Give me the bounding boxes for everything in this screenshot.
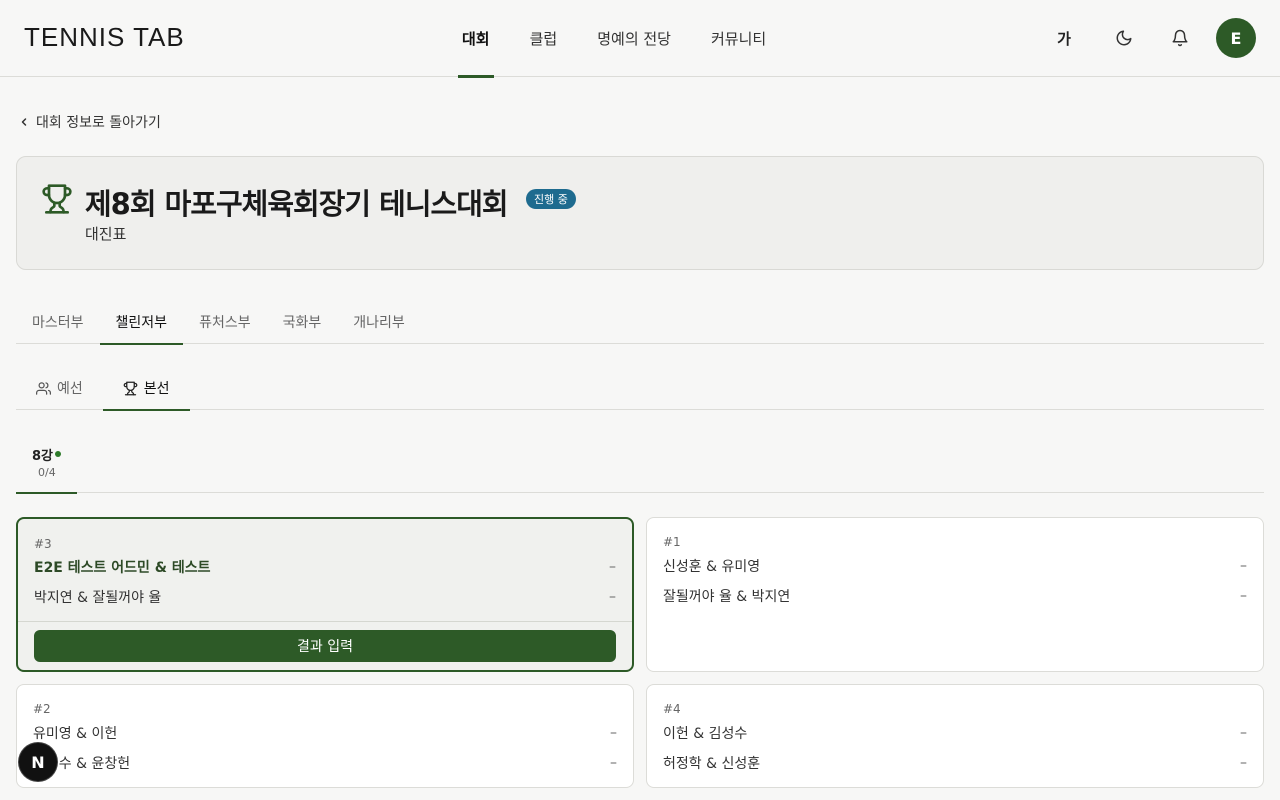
notifications-button[interactable]	[1160, 18, 1200, 58]
trophy-icon	[123, 381, 138, 395]
tab-preliminary[interactable]: 예선	[16, 366, 103, 410]
nav-item-clubs[interactable]: 클럽	[526, 0, 562, 77]
team-name: 허정학 & 신성훈	[663, 756, 761, 772]
team-score: –	[1240, 558, 1247, 574]
dark-mode-button[interactable]	[1104, 18, 1144, 58]
team-score: –	[1240, 588, 1247, 604]
stage-tabs: 예선 본선	[16, 366, 1264, 411]
team-score: –	[1240, 725, 1247, 741]
trophy-icon	[42, 184, 72, 214]
tab-round-of-8[interactable]: 8강 0/4	[16, 436, 77, 494]
match-team-1: 이헌 & 김성수 –	[663, 723, 1247, 743]
tab-futures[interactable]: 퓨처스부	[183, 300, 267, 344]
match-card[interactable]: #3 E2E 테스트 어드민 & 테스트 – 박지연 & 잘될꺼야 율 – 결과…	[16, 517, 634, 672]
team-score: –	[610, 725, 617, 741]
logo[interactable]: TENNIS TAB	[24, 22, 185, 53]
round-tabs: 8강 0/4	[16, 436, 1264, 494]
live-dot	[55, 451, 61, 457]
bell-icon	[1172, 29, 1188, 47]
team-name: 잘될꺼야 율 & 박지연	[663, 589, 791, 605]
user-avatar[interactable]: E	[1216, 18, 1256, 58]
users-icon	[36, 381, 51, 395]
tab-chrysanthemum[interactable]: 국화부	[267, 300, 338, 344]
team-score: –	[1240, 755, 1247, 771]
tournament-title: 제8회 마포구체육회장기 테니스대회	[85, 187, 509, 221]
moon-icon	[1116, 30, 1132, 46]
tab-main-draw-label: 본선	[143, 381, 170, 397]
match-number: #3	[34, 537, 52, 551]
match-team-2: 잘될꺼야 율 & 박지연 –	[663, 586, 1247, 606]
main-nav: 대회 클럽 명예의 전당 커뮤니티	[458, 0, 802, 78]
header-actions: 가 E	[1044, 18, 1256, 58]
team-score: –	[609, 589, 616, 605]
match-card[interactable]: #1 신성훈 & 유미영 – 잘될꺼야 율 & 박지연 –	[646, 517, 1264, 672]
match-team-1: 신성훈 & 유미영 –	[663, 556, 1247, 576]
round-progress: 0/4	[38, 466, 56, 479]
tab-challenger[interactable]: 챌린저부	[99, 300, 184, 345]
status-badge: 진행 중	[526, 189, 576, 209]
team-name: 신성훈 & 유미영	[663, 559, 761, 575]
font-size-button[interactable]: 가	[1044, 18, 1084, 58]
tab-masters[interactable]: 마스터부	[16, 300, 100, 344]
match-team-1: E2E 테스트 어드민 & 테스트 –	[34, 557, 616, 577]
page-subtitle: 대진표	[85, 225, 127, 243]
divider	[18, 621, 632, 622]
match-number: #1	[663, 535, 681, 549]
match-team-2: 김성수 & 윤창헌 –	[33, 753, 617, 773]
match-team-2: 박지연 & 잘될꺼야 율 –	[34, 587, 616, 607]
tab-main-draw[interactable]: 본선	[102, 366, 190, 411]
match-team-1: 유미영 & 이헌 –	[33, 723, 617, 743]
team-name: 유미영 & 이헌	[33, 726, 118, 742]
back-link-label: 대회 정보로 돌아가기	[36, 115, 161, 131]
team-name: 이헌 & 김성수	[663, 726, 748, 742]
match-team-2: 허정학 & 신성훈 –	[663, 753, 1247, 773]
tab-preliminary-label: 예선	[57, 381, 83, 397]
nav-item-tournaments[interactable]: 대회	[458, 0, 494, 78]
match-card[interactable]: #2 유미영 & 이헌 – 김성수 & 윤창헌 –	[16, 684, 634, 788]
nav-item-hall-of-fame[interactable]: 명예의 전당	[593, 0, 675, 77]
chevron-left-icon	[21, 118, 27, 126]
round-name: 8강	[32, 449, 54, 464]
top-header: TENNIS TAB 대회 클럽 명예의 전당 커뮤니티 가 E	[0, 0, 1280, 78]
team-name: 박지연 & 잘될꺼야 율	[34, 590, 162, 606]
tab-forsythia[interactable]: 개나리부	[337, 300, 421, 344]
tournament-header-card: 제8회 마포구체육회장기 테니스대회 진행 중 대진표	[16, 156, 1264, 270]
match-number: #4	[663, 702, 681, 716]
team-score: –	[609, 559, 616, 575]
back-link[interactable]: 대회 정보로 돌아가기	[18, 112, 161, 132]
match-number: #2	[33, 702, 51, 716]
match-card[interactable]: #4 이헌 & 김성수 – 허정학 & 신성훈 –	[646, 684, 1264, 788]
division-tabs: 마스터부 챌린저부 퓨처스부 국화부 개나리부	[16, 300, 1264, 345]
team-name: E2E 테스트 어드민 & 테스트	[34, 560, 211, 576]
enter-result-button[interactable]: 결과 입력	[34, 630, 616, 662]
nav-item-community[interactable]: 커뮤니티	[707, 0, 770, 77]
team-score: –	[610, 755, 617, 771]
dev-tools-button[interactable]: N	[19, 743, 57, 781]
